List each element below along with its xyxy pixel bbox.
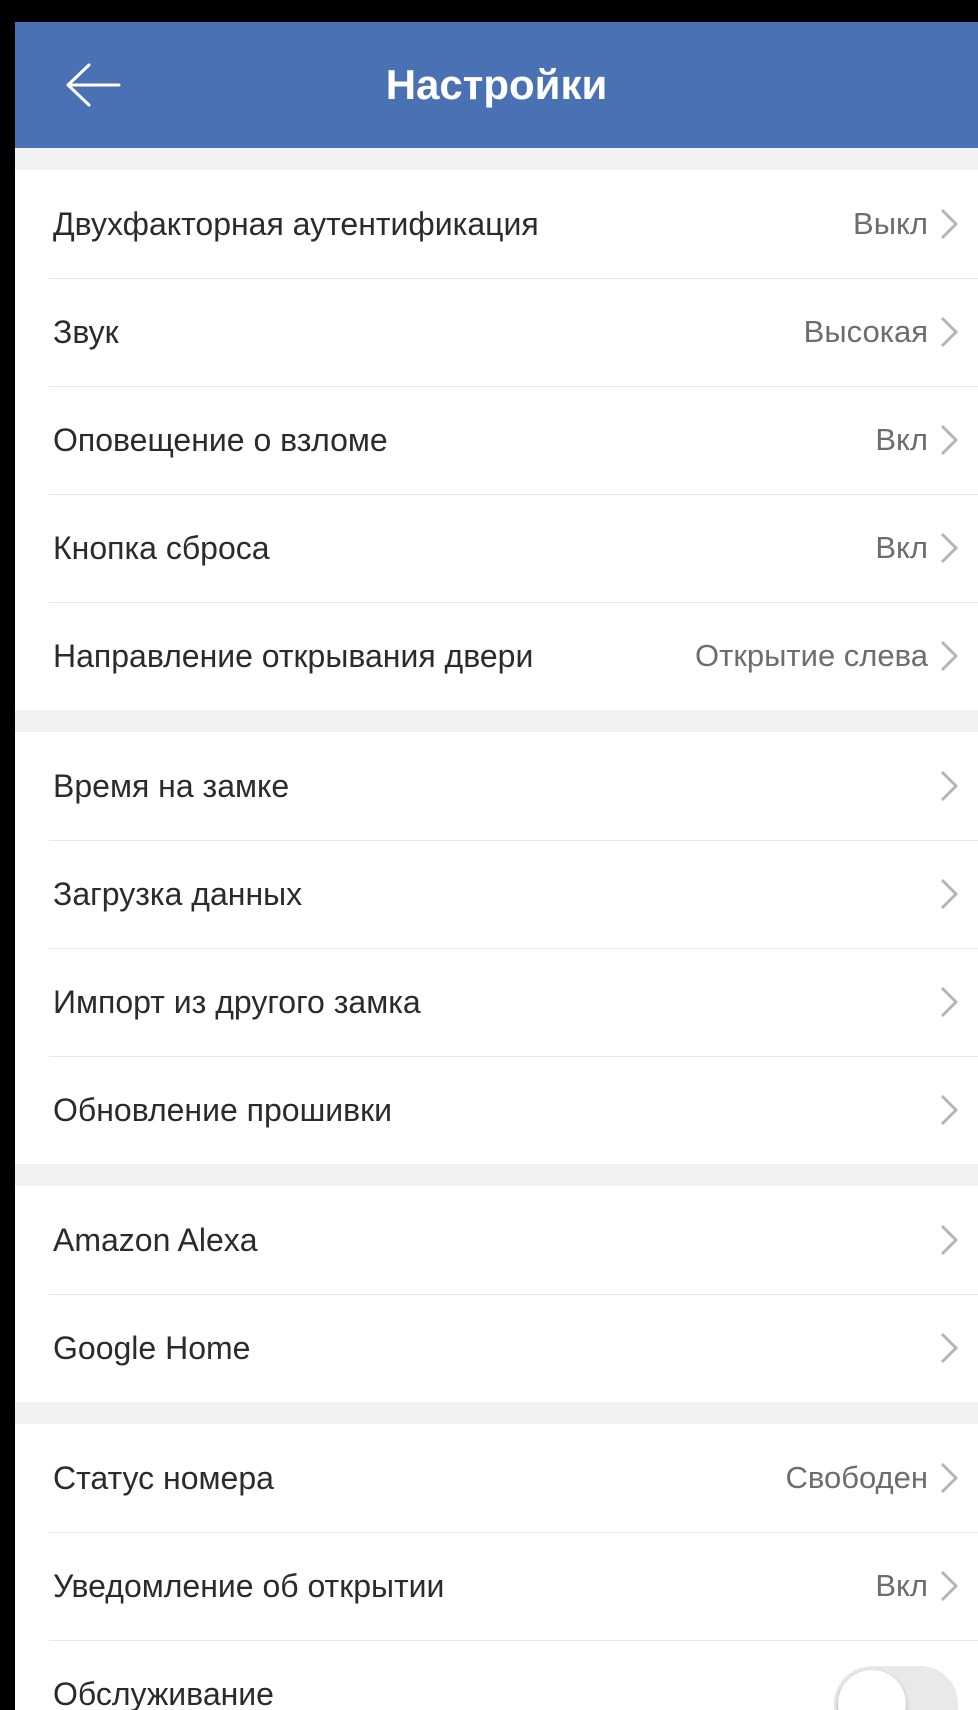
row-right <box>938 985 960 1019</box>
row-value: Вкл <box>875 422 928 457</box>
chevron-right-icon <box>940 1570 959 1602</box>
row-label: Оповещение о взломе <box>53 421 388 458</box>
row-label: Звук <box>53 313 119 350</box>
setting-row-firmware-update[interactable]: Обновление прошивки <box>15 1056 978 1164</box>
row-label: Обновление прошивки <box>53 1091 392 1128</box>
chevron-right-icon <box>940 1094 959 1126</box>
app-frame: Настройки Двухфакторная аутентификация В… <box>0 0 978 1710</box>
chevron-right-icon <box>940 1332 959 1364</box>
setting-row-tamper-alert[interactable]: Оповещение о взломе Вкл <box>15 386 978 494</box>
row-label: Загрузка данных <box>53 875 303 912</box>
row-label: Обслуживание <box>53 1675 274 1710</box>
back-button[interactable] <box>53 52 133 118</box>
row-right: Открытие слева <box>695 638 960 674</box>
setting-row-lock-time[interactable]: Время на замке <box>15 732 978 840</box>
setting-row-google-home[interactable]: Google Home <box>15 1294 978 1402</box>
row-label: Импорт из другого замка <box>53 983 421 1020</box>
chevron-right-icon <box>940 1224 959 1256</box>
row-label: Статус номера <box>53 1459 274 1496</box>
row-value: Высокая <box>803 314 928 349</box>
arrow-left-icon <box>66 63 121 107</box>
chevron-right-icon <box>940 878 959 910</box>
row-label: Двухфакторная аутентификация <box>53 205 539 242</box>
row-right: Свободен <box>785 1460 960 1496</box>
settings-group-security: Двухфакторная аутентификация Выкл Звук В… <box>15 170 978 710</box>
setting-row-door-direction[interactable]: Направление открывания двери Открытие сл… <box>15 602 978 710</box>
row-value: Вкл <box>875 1568 928 1603</box>
setting-row-amazon-alexa[interactable]: Amazon Alexa <box>15 1186 978 1294</box>
top-border <box>0 0 978 22</box>
chevron-right-icon <box>940 316 959 348</box>
row-value: Вкл <box>875 530 928 565</box>
row-right <box>938 877 960 911</box>
row-right <box>938 1223 960 1257</box>
settings-screen: Настройки Двухфакторная аутентификация В… <box>15 22 978 1710</box>
settings-list: Двухфакторная аутентификация Выкл Звук В… <box>15 170 978 1710</box>
setting-row-maintenance: Обслуживание <box>15 1640 978 1710</box>
row-right <box>938 769 960 803</box>
row-value: Выкл <box>853 206 928 241</box>
setting-row-sound[interactable]: Звук Высокая <box>15 278 978 386</box>
chevron-right-icon <box>940 770 959 802</box>
chevron-right-icon <box>940 424 959 456</box>
chevron-right-icon <box>940 208 959 240</box>
row-label: Уведомление об открытии <box>53 1567 445 1604</box>
maintenance-toggle[interactable] <box>834 1666 958 1710</box>
row-value: Свободен <box>785 1460 928 1495</box>
chevron-right-icon <box>940 532 959 564</box>
row-right: Выкл <box>853 206 960 242</box>
row-label: Время на замке <box>53 767 290 804</box>
row-label: Google Home <box>53 1329 251 1366</box>
row-value: Открытие слева <box>695 638 928 673</box>
settings-group-room: Статус номера Свободен Уведомление об от… <box>15 1424 978 1710</box>
row-right <box>938 1093 960 1127</box>
setting-row-room-status[interactable]: Статус номера Свободен <box>15 1424 978 1532</box>
row-right: Вкл <box>875 1568 960 1604</box>
header-bar: Настройки <box>15 22 978 148</box>
row-right: Вкл <box>875 530 960 566</box>
chevron-right-icon <box>940 640 959 672</box>
toggle-knob <box>838 1670 906 1710</box>
chevron-right-icon <box>940 986 959 1018</box>
settings-group-integrations: Amazon Alexa Google Home <box>15 1186 978 1402</box>
setting-row-two-factor[interactable]: Двухфакторная аутентификация Выкл <box>15 170 978 278</box>
settings-group-lock: Время на замке Загрузка данных Импорт из… <box>15 732 978 1164</box>
setting-row-import-lock[interactable]: Импорт из другого замка <box>15 948 978 1056</box>
setting-row-reset-button[interactable]: Кнопка сброса Вкл <box>15 494 978 602</box>
row-label: Кнопка сброса <box>53 529 270 566</box>
row-label: Amazon Alexa <box>53 1221 258 1258</box>
setting-row-open-notification[interactable]: Уведомление об открытии Вкл <box>15 1532 978 1640</box>
chevron-right-icon <box>940 1462 959 1494</box>
row-right <box>938 1331 960 1365</box>
row-label: Направление открывания двери <box>53 637 534 674</box>
setting-row-data-download[interactable]: Загрузка данных <box>15 840 978 948</box>
page-title: Настройки <box>385 61 608 108</box>
row-right: Вкл <box>875 422 960 458</box>
left-border <box>0 0 15 1710</box>
row-right: Высокая <box>804 314 960 350</box>
